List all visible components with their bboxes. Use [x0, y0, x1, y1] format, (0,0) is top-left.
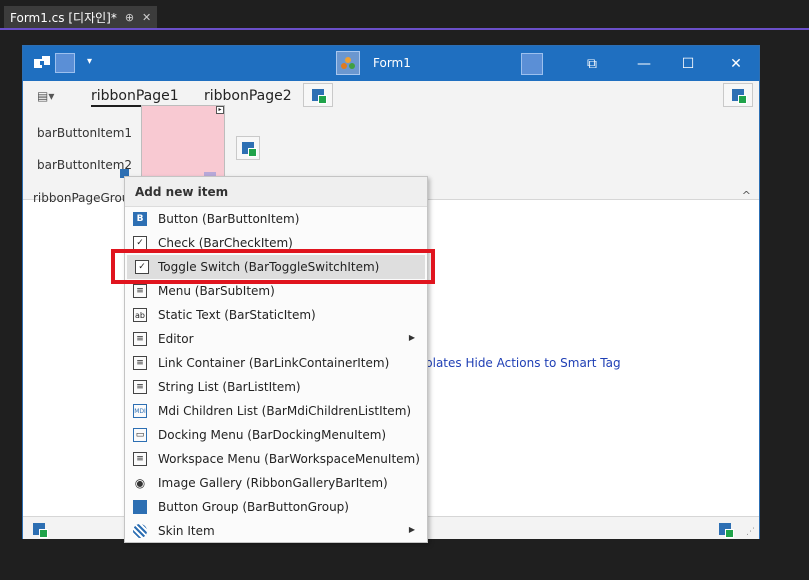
bar-button-item-1[interactable]: barButtonItem1 — [37, 126, 132, 140]
caption-add-button[interactable] — [521, 53, 543, 75]
submenu-arrow-icon: ▶ — [408, 333, 415, 342]
menu-header: Add new item — [125, 177, 427, 207]
quick-access-dropdown-icon[interactable]: ▾ — [87, 56, 92, 67]
link-container-icon: ≡ — [133, 356, 147, 370]
maximize-icon: ☐ — [681, 55, 695, 72]
application-menu-icon[interactable]: ▤▾ — [37, 89, 59, 105]
menu-item-workspace-menu[interactable]: ≡ Workspace Menu (BarWorkspaceMenuItem) — [125, 447, 427, 471]
menu-item-string-list[interactable]: ≡ String List (BarListItem) — [125, 375, 427, 399]
menu-item-button-group[interactable]: Button Group (BarButtonGroup) — [125, 495, 427, 519]
static-text-icon: ab — [133, 308, 147, 322]
form-title-bar: ▾ Form1 ⧉ — ☐ ✕ — [23, 46, 759, 81]
menu-item-skin[interactable]: Skin Item ▶ — [125, 519, 427, 543]
document-tab-form1-designer[interactable]: Form1.cs [디자인]* ⊕ ✕ — [4, 6, 158, 28]
add-group-item-button[interactable] — [236, 136, 260, 160]
menu-item-editor[interactable]: ≡ Editor ▶ — [125, 327, 427, 351]
document-tab-strip: Form1.cs [디자인]* ⊕ ✕ — [0, 0, 809, 30]
add-item-icon — [242, 142, 257, 157]
selected-bar-item[interactable]: ▸ — [141, 105, 225, 185]
highlight-annotation-box — [111, 249, 435, 284]
menu-item-eye[interactable]: ◉ Image Gallery (RibbonGalleryBarItem) — [125, 471, 427, 495]
menu-item-label: Check (BarCheckItem) — [158, 236, 293, 250]
size-grip-icon[interactable]: ⋰ — [746, 527, 755, 537]
skin-icon — [133, 524, 147, 538]
close-tab-icon[interactable]: ✕ — [142, 11, 151, 24]
bar-button-item-2[interactable]: barButtonItem2 — [37, 158, 132, 172]
add-item-icon — [312, 89, 327, 104]
close-button[interactable]: ✕ — [713, 46, 759, 81]
form-title: Form1 — [373, 56, 411, 70]
add-page-category-button[interactable] — [723, 83, 753, 107]
string-list-icon: ≡ — [133, 380, 147, 394]
add-item-icon — [719, 523, 734, 538]
menu-item-label: Image Gallery (RibbonGalleryBarItem) — [158, 476, 388, 490]
menu-item-label: Skin Item — [158, 524, 215, 538]
document-tab-label: Form1.cs [디자인]* — [10, 10, 117, 25]
workspace-menu-icon: ≡ — [133, 452, 147, 466]
mdi-list-icon: MDI — [133, 404, 147, 418]
menu-item-mdi-list[interactable]: MDI Mdi Children List (BarMdiChildrenList… — [125, 399, 427, 423]
minimize-button[interactable]: — — [621, 46, 667, 81]
maximize-button[interactable]: ☐ — [665, 46, 711, 81]
menu-item-docking-menu[interactable]: ▭ Docking Menu (BarDockingMenuItem) — [125, 423, 427, 447]
menu-item-button[interactable]: B Button (BarButtonItem) — [125, 207, 427, 231]
menu-item-label: Link Container (BarLinkContainerItem) — [158, 356, 390, 370]
tab-ribbonpage2[interactable]: ribbonPage2 — [204, 88, 292, 104]
minimize-icon: — — [637, 55, 651, 72]
add-item-icon — [732, 89, 747, 104]
menu-item-static-text[interactable]: ab Static Text (BarStaticItem) — [125, 303, 427, 327]
add-new-item-menu: Add new item B Button (BarButtonItem) ✓ Che… — [124, 176, 428, 543]
restore-panel-button[interactable]: ⧉ — [569, 46, 615, 81]
form-icon — [336, 51, 360, 75]
collapse-ribbon-icon[interactable]: ^ — [742, 189, 751, 202]
status-add-right-button[interactable] — [717, 521, 734, 538]
docking-menu-icon: ▭ — [133, 428, 147, 442]
submenu-arrow-icon: ▶ — [408, 525, 415, 534]
menu-item-label: Docking Menu (BarDockingMenuItem) — [158, 428, 387, 442]
close-icon: ✕ — [730, 55, 742, 72]
menu-icon: ≡ — [133, 284, 147, 298]
menu-item-label: Editor — [158, 332, 194, 346]
pin-icon[interactable]: ⊕ — [125, 11, 134, 24]
menu-item-label: Workspace Menu (BarWorkspaceMenuItem) — [158, 452, 420, 466]
eye-icon: ◉ — [134, 476, 146, 490]
menu-item-label: String List (BarListItem) — [158, 380, 301, 394]
editor-icon: ≡ — [133, 332, 147, 346]
add-page-button[interactable] — [303, 83, 333, 107]
menu-item-label: Button Group (BarButtonGroup) — [158, 500, 349, 514]
menu-item-link-container[interactable]: ≡ Link Container (BarLinkContainerItem) — [125, 351, 427, 375]
menu-item-label: Mdi Children List (BarMdiChildrenListIte… — [158, 404, 412, 418]
add-item-icon — [33, 523, 48, 538]
smart-tag-arrow-icon[interactable]: ▸ — [216, 106, 224, 114]
menu-item-label: Button (BarButtonItem) — [158, 212, 300, 226]
check-icon: ✓ — [133, 236, 147, 250]
quick-access-add-button[interactable] — [55, 53, 75, 73]
smart-tag-links[interactable]: plates Hide Actions to Smart Tag — [425, 356, 621, 370]
status-add-left-button[interactable] — [31, 521, 48, 538]
menu-item-label: Menu (BarSubItem) — [158, 284, 275, 298]
devexpress-logo-icon — [34, 56, 50, 68]
menu-item-label: Static Text (BarStaticItem) — [158, 308, 316, 322]
button-group-icon — [133, 500, 147, 514]
button-icon: B — [133, 212, 147, 226]
panel-icon: ⧉ — [587, 55, 597, 72]
